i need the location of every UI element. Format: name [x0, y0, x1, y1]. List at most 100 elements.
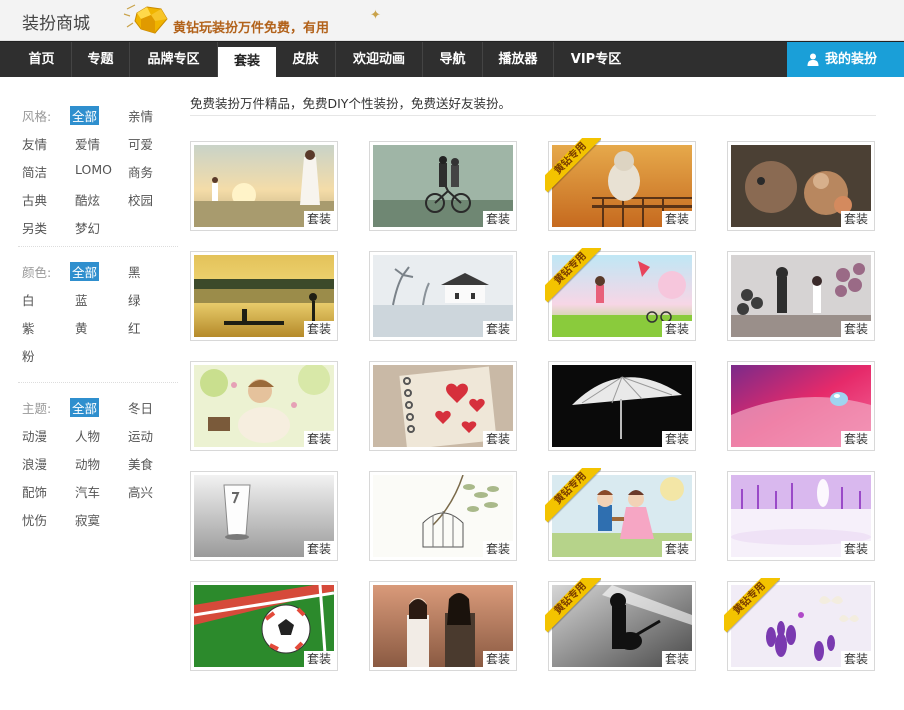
suit-tag: 套装	[482, 651, 513, 667]
suit-thumbnail[interactable]: 套装	[369, 581, 517, 671]
suit-tag: 套装	[303, 321, 334, 337]
intro-divider	[190, 115, 876, 116]
filter-theme-option[interactable]: 浪漫	[22, 454, 47, 473]
filter-color-option[interactable]: 粉	[22, 346, 35, 365]
filter-theme-option[interactable]: 高兴	[128, 482, 153, 501]
suit-thumbnail[interactable]: 套装	[727, 471, 875, 561]
filter-theme-option[interactable]: 人物	[75, 426, 100, 445]
suit-tag: 套装	[482, 541, 513, 557]
suit-thumbnail[interactable]: 套装	[369, 361, 517, 451]
suit-tag: 套装	[482, 321, 513, 337]
filter-theme-option[interactable]: 动物	[75, 454, 100, 473]
suit-tag: 套装	[840, 321, 871, 337]
suit-thumbnail[interactable]: 套装	[190, 141, 338, 231]
suit-tag: 套装	[303, 211, 334, 227]
filter-style-all[interactable]: 全部	[70, 106, 100, 125]
suit-tag: 套装	[303, 431, 334, 447]
filter-theme-option[interactable]: 美食	[128, 454, 153, 473]
suit-tag: 套装	[303, 541, 334, 557]
filter-style-option[interactable]: 友情	[22, 134, 47, 153]
suit-tag: 套装	[661, 211, 692, 227]
sparkle-icon: ✦	[370, 8, 381, 23]
suit-thumbnail[interactable]: 套装	[190, 581, 338, 671]
nav-player[interactable]: 播放器	[483, 42, 554, 77]
suit-thumbnail[interactable]: 套装	[369, 471, 517, 561]
filter-style-option[interactable]: 亲情	[128, 106, 153, 125]
filter-divider	[18, 246, 178, 247]
suit-tag: 套装	[661, 541, 692, 557]
suit-thumbnail[interactable]: 套装	[190, 361, 338, 451]
nav-navigation[interactable]: 导航	[423, 42, 483, 77]
filter-theme-option[interactable]: 寂寞	[75, 510, 100, 529]
page-title[interactable]: 装扮商城	[22, 9, 90, 34]
suit-thumbnail[interactable]: 套装	[369, 141, 517, 231]
nav-welcome-anim[interactable]: 欢迎动画	[336, 42, 423, 77]
my-outfits-button[interactable]: 我的装扮	[787, 42, 904, 77]
user-icon	[807, 53, 819, 66]
suit-thumbnail[interactable]: 套装 黄钻专用	[545, 138, 696, 231]
promo-text: 黄钻玩装扮万件免费，有用	[173, 21, 330, 36]
nav-vip[interactable]: VIP专区	[554, 42, 638, 77]
filter-color-option[interactable]: 白	[22, 290, 35, 309]
suit-thumbnail[interactable]: 套装	[190, 251, 338, 341]
nav-brands[interactable]: 品牌专区	[130, 42, 218, 77]
filter-theme-option[interactable]: 冬日	[128, 398, 153, 417]
nav-suits[interactable]: 套装	[218, 47, 276, 77]
filter-divider	[18, 382, 178, 383]
main-nav: 首页 专题 品牌专区 套装 皮肤 欢迎动画 导航 播放器 VIP专区 我的装扮	[0, 41, 904, 77]
filter-color-label: 颜色:	[22, 265, 52, 280]
filter-style-option[interactable]: 酷炫	[75, 190, 100, 209]
filter-style-option[interactable]: LOMO	[75, 162, 112, 177]
filter-theme-option[interactable]: 动漫	[22, 426, 47, 445]
filter-style-option[interactable]: 简洁	[22, 162, 47, 181]
filter-style-option[interactable]: 梦幻	[75, 218, 100, 237]
suit-tag: 套装	[661, 321, 692, 337]
filter-style-option[interactable]: 商务	[128, 162, 153, 181]
filter-theme-option[interactable]: 配饰	[22, 482, 47, 501]
filter-style-option[interactable]: 可爱	[128, 134, 153, 153]
suit-thumbnail[interactable]: 套装 黄钻专用	[724, 578, 875, 671]
filter-theme-option[interactable]: 忧伤	[22, 510, 47, 529]
my-outfits-label: 我的装扮	[825, 52, 878, 67]
filter-color-option[interactable]: 蓝	[75, 290, 88, 309]
suit-thumbnail[interactable]: 套装 黄钻专用	[545, 248, 696, 341]
suit-tag: 套装	[661, 431, 692, 447]
suit-thumbnail[interactable]: 套装	[190, 471, 338, 561]
suit-thumbnail[interactable]: 套装	[727, 251, 875, 341]
suit-tag: 套装	[840, 651, 871, 667]
filter-theme-all[interactable]: 全部	[70, 398, 100, 417]
filter-theme-option[interactable]: 运动	[128, 426, 153, 445]
filter-theme-label: 主题:	[22, 401, 52, 416]
suit-thumbnail[interactable]: 套装 黄钻专用	[545, 578, 696, 671]
suit-thumbnail[interactable]: 套装	[727, 361, 875, 451]
suit-thumbnail[interactable]: 套装	[369, 251, 517, 341]
filter-color-option[interactable]: 紫	[22, 318, 35, 337]
header: 装扮商城 黄钻玩装扮万件免费，有用 ✦	[0, 0, 904, 41]
filter-style-option[interactable]: 爱情	[75, 134, 100, 153]
filter-color-all[interactable]: 全部	[70, 262, 100, 281]
filter-style-option[interactable]: 另类	[22, 218, 47, 237]
suit-thumbnail[interactable]: 套装 黄钻专用	[545, 468, 696, 561]
suit-thumbnail[interactable]: 套装	[548, 361, 696, 451]
filter-color-option[interactable]: 黄	[75, 318, 88, 337]
nav-topics[interactable]: 专题	[72, 42, 130, 77]
suit-tag: 套装	[840, 541, 871, 557]
diamond-icon	[123, 4, 168, 34]
nav-skins[interactable]: 皮肤	[276, 42, 336, 77]
suit-tag: 套装	[661, 651, 692, 667]
nav-home[interactable]: 首页	[12, 42, 72, 77]
suit-tag: 套装	[840, 431, 871, 447]
suit-tag: 套装	[303, 651, 334, 667]
filter-color-option[interactable]: 红	[128, 318, 141, 337]
suit-tag: 套装	[482, 431, 513, 447]
filter-style-option[interactable]: 校园	[128, 190, 153, 209]
intro-text: 免费装扮万件精品，免费DIY个性装扮，免费送好友装扮。	[190, 96, 511, 111]
suit-tag: 套装	[482, 211, 513, 227]
suit-tag: 套装	[840, 211, 871, 227]
filter-style-label: 风格:	[22, 109, 52, 124]
filter-style-option[interactable]: 古典	[22, 190, 47, 209]
suit-thumbnail[interactable]: 套装	[727, 141, 875, 231]
filter-color-option[interactable]: 绿	[128, 290, 141, 309]
filter-color-option[interactable]: 黑	[128, 262, 141, 281]
filter-theme-option[interactable]: 汽车	[75, 482, 100, 501]
